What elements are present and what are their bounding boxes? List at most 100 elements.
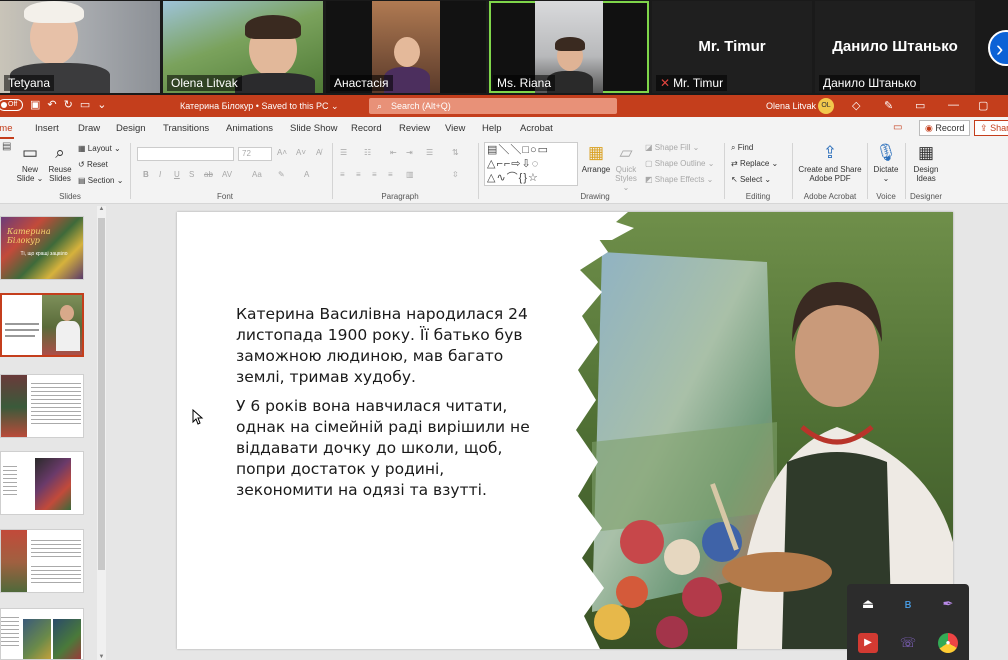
participant-tile-ms-riana[interactable]: Ms. Riana (489, 1, 649, 93)
diamond-icon[interactable]: ◇ (852, 99, 860, 112)
tab-record[interactable]: Record (351, 123, 382, 134)
shape-outline-label: Shape Outline ⌄ (654, 159, 715, 168)
bold-button[interactable]: B (143, 170, 149, 179)
justify-icon[interactable]: ≡ (388, 170, 393, 179)
reuse-slides-button[interactable]: ⌕ Reuse Slides (46, 143, 74, 183)
customize-toolbar-icon[interactable]: ⌄ (97, 99, 106, 111)
tab-slide-show[interactable]: Slide Show (290, 123, 338, 134)
numbering-icon[interactable]: ☷ (364, 148, 371, 157)
tab-design[interactable]: Design (116, 123, 146, 134)
scrollbar-thumb[interactable] (98, 218, 105, 570)
font-size-box[interactable]: 72 (238, 147, 272, 161)
user-name[interactable]: Olena Litvak (766, 101, 816, 111)
ribbon-display-icon[interactable]: ▭ (915, 99, 925, 112)
avatar[interactable]: OL (818, 98, 834, 114)
line-spacing-icon[interactable]: ☰ (426, 148, 433, 157)
tab-animations[interactable]: Animations (226, 123, 273, 134)
autosave-toggle[interactable]: Off (0, 99, 23, 111)
slide-canvas[interactable]: Катерина Василівна народилася 24 листопа… (177, 212, 953, 649)
select-button[interactable]: ↖ Select ⌄ (731, 175, 771, 184)
participant-tile-mr-timur[interactable]: Mr. Timur ✕ Mr. Timur (652, 1, 812, 93)
usb-drive-icon[interactable]: ⏏ (858, 594, 878, 614)
tab-draw[interactable]: Draw (78, 123, 100, 134)
document-title[interactable]: Катерина Білокур • Saved to this PC ⌄ (180, 101, 339, 112)
share-button[interactable]: ⇪ Shar (974, 120, 1008, 136)
bluetooth-icon[interactable]: ʙ (898, 594, 918, 614)
slide-thumbnail-4[interactable] (0, 451, 84, 515)
slide-thumbnail-1[interactable]: Катерина Білокур Ті, що кращі зацвіло (0, 216, 84, 280)
bullets-icon[interactable]: ☰ (340, 148, 347, 157)
font-name-box[interactable] (137, 147, 234, 161)
align-center-icon[interactable]: ≡ (356, 170, 361, 179)
participant-tile-anastasia[interactable]: Анастасія (326, 1, 486, 93)
shapes-gallery[interactable]: ▤＼＼□○▭ △⌐⌐⇨⇩◌ △∿⌒{}☆ (484, 142, 578, 186)
decrease-indent-icon[interactable]: ⇤ (390, 148, 397, 157)
tab-transitions[interactable]: Transitions (163, 123, 209, 134)
align-left-icon[interactable]: ≡ (340, 170, 345, 179)
align-right-icon[interactable]: ≡ (372, 170, 377, 179)
find-button[interactable]: ⌕ Find (731, 143, 753, 153)
slide-thumbnail-3[interactable] (0, 374, 84, 438)
shape-effects-button[interactable]: ◩ Shape Effects ⌄ (645, 175, 713, 184)
save-icon[interactable]: ▣ (30, 99, 40, 111)
tab-view[interactable]: View (445, 123, 465, 134)
chrome-icon[interactable]: ● (938, 633, 958, 653)
char-spacing-icon[interactable]: AV (222, 170, 232, 179)
highlight-icon[interactable]: ✎ (278, 170, 285, 179)
align-text-icon[interactable]: ⇳ (452, 170, 459, 179)
section-button[interactable]: ▤ Section ⌄ (78, 176, 123, 185)
present-icon[interactable]: ▭ (80, 99, 90, 111)
comment-icon[interactable]: ▭ (893, 122, 902, 133)
slide-thumbnail-5[interactable] (0, 529, 84, 593)
slide-thumbnail-6[interactable] (0, 608, 84, 660)
shape-outline-button[interactable]: ▢ Shape Outline ⌄ (645, 159, 714, 168)
pen-icon[interactable]: ✎ (884, 99, 893, 112)
dictate-button[interactable]: 🎙 Dictate ⌄ (871, 143, 901, 183)
minimize-icon[interactable]: — (948, 99, 959, 111)
quick-styles-button[interactable]: ▱ Quick Styles ⌄ (611, 143, 641, 192)
recorder-icon[interactable]: ▶ (858, 633, 878, 653)
slide-text-box[interactable]: Катерина Василівна народилася 24 листопа… (236, 304, 546, 509)
layout-button[interactable]: ▦ Layout ⌄ (78, 144, 121, 153)
text-direction-icon[interactable]: ⇅ (452, 148, 459, 157)
participant-tile-tetyana[interactable]: Tetyana (0, 1, 160, 93)
redo-icon[interactable]: ↻ (64, 99, 73, 111)
clipboard-icon[interactable]: ▤ (2, 141, 11, 152)
participant-tile-danylo[interactable]: Данило Штанько Данило Штанько (815, 1, 975, 93)
shrink-font-icon[interactable]: A˅ (296, 148, 306, 157)
scroll-up-icon[interactable]: ▲ (97, 206, 106, 212)
shape-fill-button[interactable]: ◪ Shape Fill ⌄ (645, 143, 699, 152)
tab-help[interactable]: Help (482, 123, 502, 134)
tab-insert[interactable]: Insert (35, 123, 59, 134)
shadow-button[interactable]: S (189, 170, 194, 179)
tab-home[interactable]: ome (0, 123, 16, 139)
feather-icon[interactable]: ✒ (938, 594, 958, 614)
tab-acrobat[interactable]: Acrobat (520, 123, 553, 134)
new-slide-button[interactable]: ▭ New Slide ⌄ (16, 143, 44, 183)
design-ideas-button[interactable]: ▦ Design Ideas (909, 143, 943, 183)
viber-icon[interactable]: ☏ (898, 633, 918, 653)
undo-icon[interactable]: ↶ (47, 99, 56, 111)
thumbnails-scrollbar[interactable]: ▲ ▼ (97, 206, 106, 660)
next-participants-button[interactable]: › (988, 30, 1008, 66)
increase-indent-icon[interactable]: ⇥ (406, 148, 413, 157)
font-color-icon[interactable]: A (304, 170, 309, 179)
scroll-down-icon[interactable]: ▼ (97, 654, 106, 660)
slide-thumbnail-2[interactable] (0, 293, 84, 357)
reset-button[interactable]: ↺ Reset (78, 160, 108, 169)
columns-icon[interactable]: ▥ (406, 170, 414, 179)
replace-button[interactable]: ⇄ Replace ⌄ (731, 159, 778, 168)
restore-icon[interactable]: ▢ (978, 99, 988, 112)
underline-button[interactable]: U (174, 170, 180, 179)
grow-font-icon[interactable]: A˄ (277, 148, 287, 157)
strikethrough-button[interactable]: ab (204, 170, 213, 179)
tab-review[interactable]: Review (399, 123, 430, 134)
record-button[interactable]: ◉ Record (919, 120, 971, 136)
arrange-button[interactable]: ▦ Arrange (581, 143, 611, 174)
change-case-icon[interactable]: Aa (252, 170, 262, 179)
italic-button[interactable]: I (159, 170, 161, 179)
participant-tile-olena-litvak[interactable]: Olena Litvak (163, 1, 323, 93)
create-pdf-button[interactable]: ⇪ Create and Share Adobe PDF (796, 143, 864, 183)
search-input[interactable]: ⌕ Search (Alt+Q) (369, 98, 617, 114)
clear-format-icon[interactable]: A̸ (316, 148, 321, 157)
